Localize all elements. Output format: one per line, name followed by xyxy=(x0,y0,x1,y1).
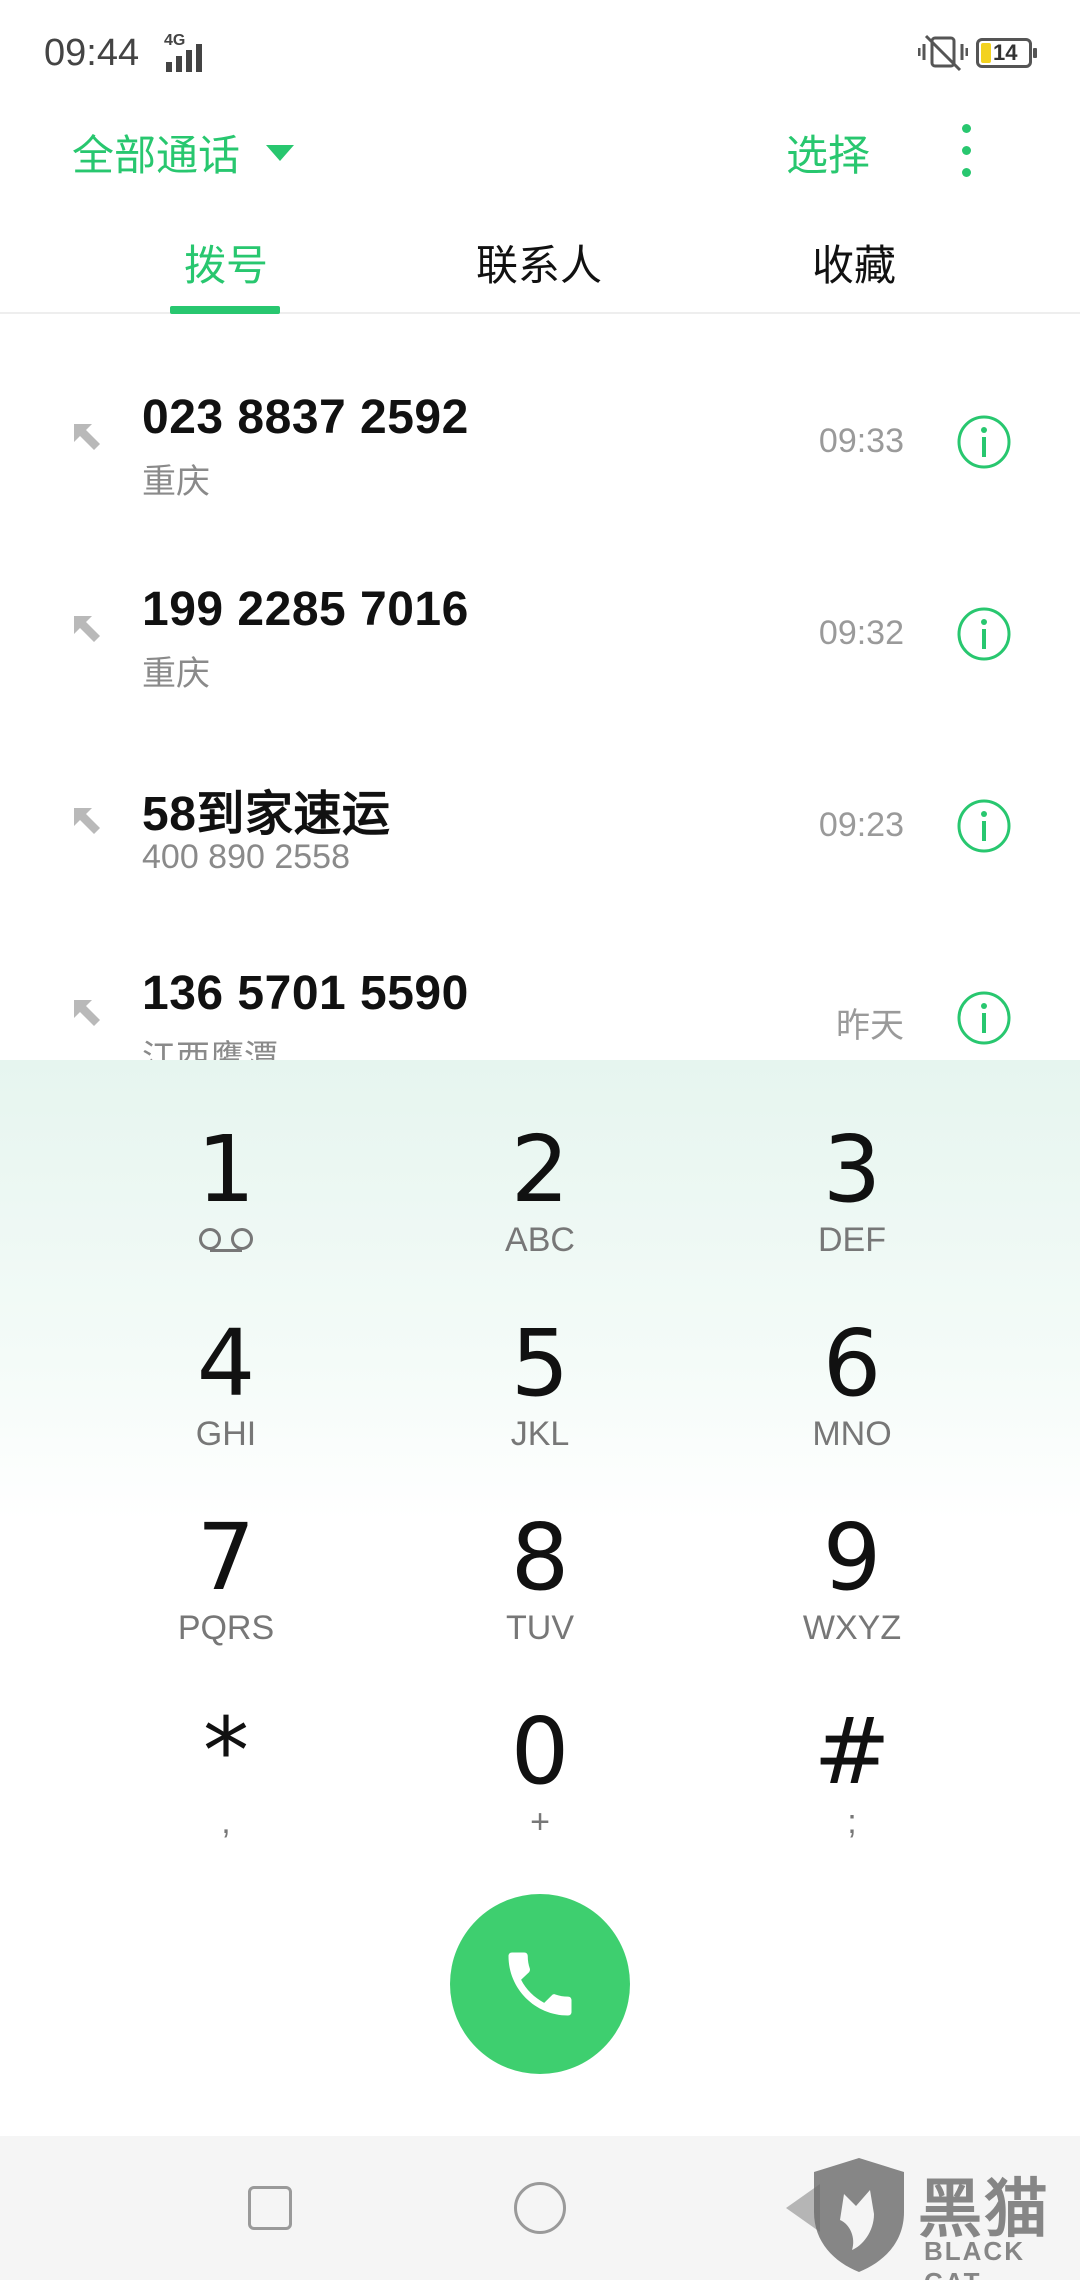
incoming-call-icon xyxy=(74,616,100,642)
select-button[interactable]: 选择 xyxy=(786,122,870,183)
status-bar: 09:44 4G 14 xyxy=(0,0,1080,100)
key-letters: TUV xyxy=(506,1609,574,1647)
call-time: 09:23 xyxy=(818,806,904,844)
dialpad-key-star[interactable]: * , xyxy=(106,1702,346,1882)
dialpad-key-6[interactable]: 6 MNO xyxy=(732,1314,972,1494)
key-letters: PQRS xyxy=(177,1609,275,1647)
call-location: 江西鹰潭 xyxy=(142,1039,278,1060)
dialpad-key-7[interactable]: 7 PQRS xyxy=(106,1508,346,1688)
call-time: 昨天 xyxy=(836,1007,904,1045)
key-letters: , xyxy=(221,1803,231,1841)
key-digit: 5 xyxy=(510,1310,570,1417)
key-letters: JKL xyxy=(510,1415,570,1453)
tab-contacts[interactable]: 联系人 xyxy=(476,232,602,293)
call-time: 09:33 xyxy=(818,422,904,460)
call-log-item[interactable]: 136 5701 5590 江西鹰潭 昨天 xyxy=(0,892,1080,1060)
incoming-call-icon xyxy=(74,424,100,450)
dialpad-key-4[interactable]: 4 GHI xyxy=(106,1314,346,1494)
dialpad-key-0[interactable]: 0 + xyxy=(420,1702,660,1882)
dialpad-key-5[interactable]: 5 JKL xyxy=(420,1314,660,1494)
vibrate-off-icon xyxy=(918,34,968,72)
call-log-item[interactable]: 023 8837 2592 重庆 09:33 xyxy=(0,316,1080,508)
call-name: 58到家速运 xyxy=(142,788,391,841)
call-log-list[interactable]: 023 8837 2592 重庆 09:33 199 2285 7016 重庆 … xyxy=(0,316,1080,1060)
recents-button[interactable] xyxy=(248,2186,292,2230)
key-letters: WXYZ xyxy=(802,1609,902,1647)
key-digit: 6 xyxy=(822,1310,882,1417)
phone-icon xyxy=(508,1952,572,2016)
black-cat-logo-icon xyxy=(814,2158,904,2272)
call-location: 重庆 xyxy=(142,463,210,501)
key-digit: 0 xyxy=(510,1698,570,1805)
battery-icon: 14 xyxy=(976,38,1037,68)
dialpad-key-hash[interactable]: # ; xyxy=(732,1702,972,1882)
dialpad-key-2[interactable]: 2 ABC xyxy=(420,1120,660,1300)
call-number: 400 890 2558 xyxy=(142,838,350,876)
more-vertical-icon[interactable] xyxy=(950,120,982,180)
call-filter-dropdown[interactable]: 全部通话 xyxy=(72,122,295,183)
dialpad-key-9[interactable]: 9 WXYZ xyxy=(732,1508,972,1688)
incoming-call-icon xyxy=(74,1000,100,1026)
key-letters: + xyxy=(530,1803,550,1841)
call-log-item[interactable]: 58到家速运 400 890 2558 09:23 xyxy=(0,700,1080,892)
call-log-item[interactable]: 199 2285 7016 重庆 09:32 xyxy=(0,508,1080,700)
key-digit: 3 xyxy=(822,1116,882,1223)
key-letters: DEF xyxy=(818,1221,886,1259)
info-icon[interactable] xyxy=(956,798,1012,854)
key-letters: ABC xyxy=(505,1221,575,1259)
info-icon[interactable] xyxy=(956,414,1012,470)
call-name: 136 5701 5590 xyxy=(142,967,469,1020)
key-letters: ; xyxy=(847,1803,857,1841)
key-digit: * xyxy=(203,1698,249,1805)
header: 全部通话 选择 xyxy=(0,100,1080,200)
watermark-subtitle: BLACK CAT xyxy=(924,2236,1025,2280)
key-digit: 1 xyxy=(196,1116,256,1223)
dialpad-key-1[interactable]: 1 xyxy=(106,1120,346,1300)
tab-indicator xyxy=(170,306,280,314)
call-name: 199 2285 7016 xyxy=(142,583,469,636)
tab-dial[interactable]: 拨号 xyxy=(184,232,268,293)
status-time: 09:44 xyxy=(44,32,140,74)
info-icon[interactable] xyxy=(956,990,1012,1046)
tab-bar: 拨号 联系人 收藏 xyxy=(0,220,1080,314)
key-digit: 4 xyxy=(196,1310,256,1417)
incoming-call-icon xyxy=(74,808,100,834)
key-digit: # xyxy=(813,1698,891,1805)
key-letters: GHI xyxy=(195,1415,257,1453)
home-button[interactable] xyxy=(514,2182,566,2234)
key-digit: 2 xyxy=(510,1116,570,1223)
watermark: 黑猫 BLACK CAT xyxy=(800,2150,1080,2280)
key-digit: 7 xyxy=(196,1504,256,1611)
call-filter-label: 全部通话 xyxy=(72,132,241,179)
key-digit: 8 xyxy=(510,1504,570,1611)
network-type: 4G xyxy=(164,32,186,49)
call-time: 09:32 xyxy=(818,614,904,652)
call-location: 重庆 xyxy=(142,655,210,693)
tab-favorites[interactable]: 收藏 xyxy=(812,232,896,293)
dropdown-caret-icon xyxy=(266,144,295,161)
signal-icon: 4G xyxy=(152,32,212,72)
key-letters: MNO xyxy=(812,1415,892,1453)
key-digit: 9 xyxy=(822,1504,882,1611)
battery-level: 14 xyxy=(993,40,1018,65)
dialpad-key-3[interactable]: 3 DEF xyxy=(732,1120,972,1300)
call-button[interactable] xyxy=(450,1894,630,2074)
info-icon[interactable] xyxy=(956,606,1012,662)
voicemail-icon xyxy=(199,1228,253,1252)
call-name: 023 8837 2592 xyxy=(142,391,469,444)
dialpad-key-8[interactable]: 8 TUV xyxy=(420,1508,660,1688)
